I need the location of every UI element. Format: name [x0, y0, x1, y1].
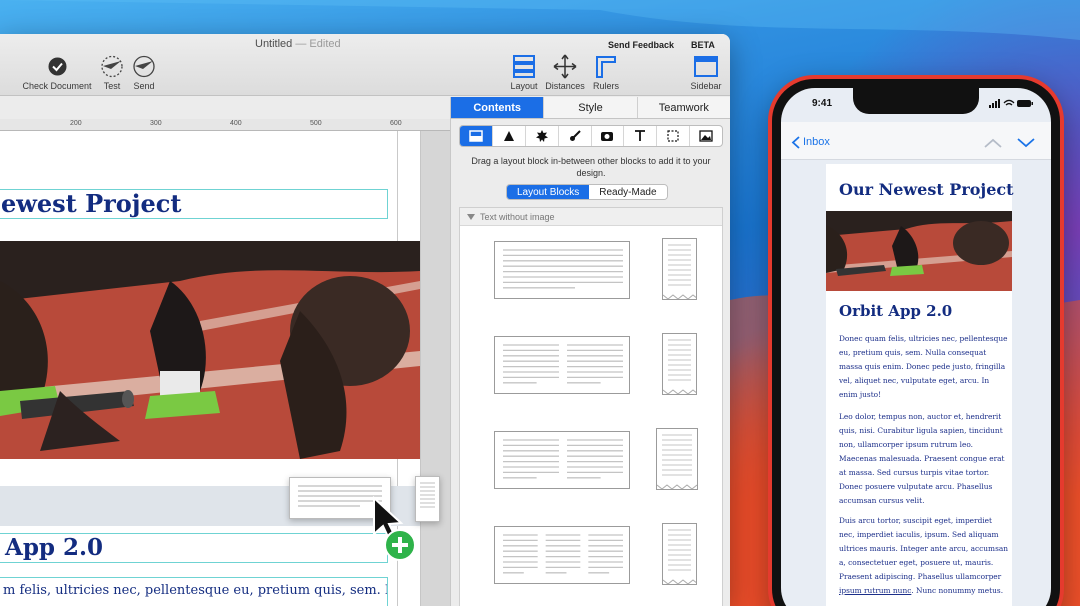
shape-triangle-icon[interactable] [493, 126, 526, 146]
canvas-side-margin [420, 131, 450, 606]
email-paragraph-1: Donec quam felis, ultricies nec, pellent… [839, 334, 1008, 399]
layout-block-icon[interactable] [460, 126, 493, 146]
sidebar-toggle-button[interactable]: Sidebar [688, 54, 724, 91]
email-runner-photo [826, 211, 1012, 291]
layout-block-thumbnail-mobile[interactable] [662, 238, 704, 300]
image-icon[interactable] [690, 126, 722, 146]
email-paragraph-2: Leo dolor, tempus non, auctor et, hendre… [839, 412, 1005, 505]
email-paragraph-3: Duis arcu tortor, suscipit eget, imperdi… [839, 516, 1009, 595]
drag-hint-text: Drag a layout block in-between other blo… [471, 156, 711, 178]
section-header[interactable]: Text without image [460, 208, 722, 226]
email-link[interactable]: ipsum rutrum nunc [839, 586, 911, 595]
email-content: Our Newest Project Orbit App 2.0 Donec q [826, 164, 1014, 606]
email-title: Our Newest Project [839, 180, 1014, 199]
rulers-button[interactable]: Rulers [591, 54, 621, 91]
sidebar-panel: Contents Style Teamwork Drag a layout bl… [450, 97, 730, 606]
layout-block-thumbnail[interactable] [494, 241, 630, 299]
chevron-down-icon[interactable] [1017, 138, 1035, 148]
phone-preview: 9:41 Inbox Our Newest Project Orbit App … [768, 75, 1064, 606]
sidebar-icon [688, 54, 724, 79]
text-icon[interactable] [624, 126, 658, 146]
checkmark-icon [20, 54, 94, 79]
horizontal-ruler[interactable]: 200 300 400 500 600 [0, 119, 450, 131]
camera-icon[interactable] [592, 126, 625, 146]
distances-arrows-icon [544, 54, 586, 79]
runner-photo[interactable] [0, 241, 420, 459]
layout-blocks-list[interactable]: Text without image [459, 207, 723, 606]
badge-burst-icon[interactable] [526, 126, 559, 146]
inbox-back-link[interactable]: Inbox [803, 136, 830, 148]
app-window: Untitled — Edited Send Feedback BETA Che… [0, 34, 730, 606]
test-button[interactable]: Test [97, 54, 127, 91]
tab-contents[interactable]: Contents [451, 97, 545, 118]
mail-navigation-bar: Inbox [781, 122, 1051, 160]
sidebar-tabs: Contents Style Teamwork [451, 97, 730, 119]
selection-icon[interactable] [657, 126, 691, 146]
paper-plane-send-icon [129, 54, 159, 79]
layout-block-thumbnail[interactable] [494, 431, 630, 489]
chevron-up-icon[interactable] [984, 138, 1002, 148]
tab-style[interactable]: Style [544, 97, 638, 118]
chevron-left-icon[interactable] [791, 136, 801, 149]
send-feedback-link[interactable]: Send Feedback [608, 40, 674, 50]
layout-icon [508, 54, 540, 79]
canvas-body-text[interactable]: m felis, ultricies nec, pellentesque eu,… [0, 577, 388, 606]
canvas-headline[interactable]: Newest Project [0, 189, 388, 219]
status-icons [989, 99, 1033, 108]
layout-block-thumbnail[interactable] [494, 526, 630, 584]
toolbar: Untitled — Edited Send Feedback BETA Che… [0, 34, 730, 96]
ruler-icon [591, 54, 621, 79]
layout-block-thumbnail-mobile[interactable] [662, 523, 704, 585]
segment-layout-blocks[interactable]: Layout Blocks [507, 185, 590, 199]
paper-plane-test-icon [97, 54, 127, 79]
layout-button[interactable]: Layout [508, 54, 540, 91]
window-title: Untitled — Edited [255, 38, 341, 50]
phone-screen: 9:41 Inbox Our Newest Project Orbit App … [781, 88, 1051, 606]
email-page: Newest Project [0, 131, 420, 606]
layout-block-thumbnail-mobile[interactable] [656, 428, 698, 490]
canvas-subheadline[interactable]: App 2.0 [0, 533, 388, 563]
ruler-top-area [0, 97, 450, 119]
send-button[interactable]: Send [129, 54, 159, 91]
tab-teamwork[interactable]: Teamwork [637, 97, 730, 118]
distances-button[interactable]: Distances [544, 54, 586, 91]
disclosure-triangle-icon [467, 214, 475, 220]
layout-block-thumbnail[interactable] [494, 336, 630, 394]
content-type-selector [459, 125, 723, 147]
layout-block-thumbnail-mobile[interactable] [662, 333, 704, 395]
brush-icon[interactable] [559, 126, 592, 146]
phone-notch [853, 88, 979, 114]
beta-badge: BETA [691, 40, 715, 50]
check-document-button[interactable]: Check Document [20, 54, 94, 91]
cursor-arrow-icon [373, 496, 416, 561]
block-type-segmented-control: Layout Blocks Ready-Made [506, 184, 668, 200]
status-time: 9:41 [812, 98, 833, 109]
email-subtitle: Orbit App 2.0 [839, 302, 953, 320]
segment-ready-made[interactable]: Ready-Made [589, 185, 667, 199]
